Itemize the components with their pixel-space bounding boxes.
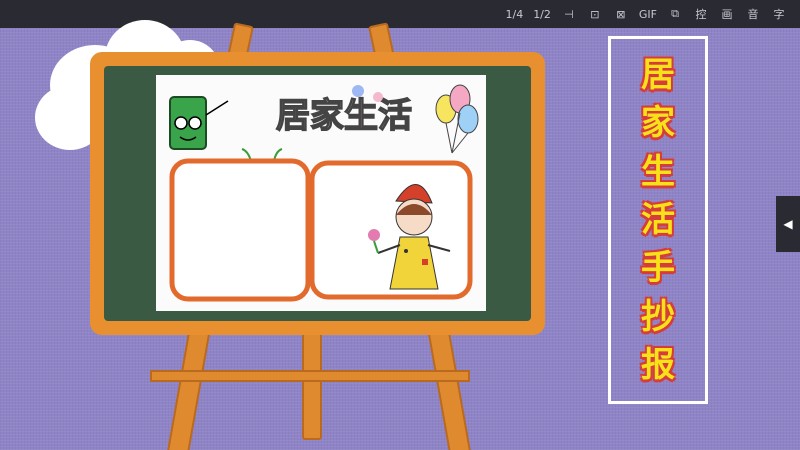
control-button[interactable]: 控 bbox=[690, 3, 712, 25]
easel-crossbar bbox=[150, 370, 470, 382]
book-character-icon bbox=[169, 96, 229, 150]
easel-leg-right bbox=[426, 319, 472, 450]
audio-button[interactable]: 音 bbox=[742, 3, 764, 25]
title-char: 生 bbox=[641, 151, 675, 192]
title-char: 手 bbox=[641, 248, 675, 289]
balloons-icon bbox=[435, 84, 479, 154]
copy-button[interactable]: ⧉ bbox=[664, 3, 686, 25]
title-char: 居 bbox=[641, 55, 675, 96]
page-half-button[interactable]: 1/2 bbox=[530, 3, 554, 25]
fit-width-button[interactable]: ⊣ bbox=[558, 3, 580, 25]
handmade-poster-image: 居家生活 bbox=[156, 75, 486, 311]
page-quarter-button[interactable]: 1/4 bbox=[502, 3, 526, 25]
title-char: 活 bbox=[641, 199, 675, 240]
chalkboard: 居家生活 bbox=[104, 66, 531, 321]
gif-button[interactable]: GIF bbox=[636, 3, 660, 25]
fit-page-button[interactable]: ⊡ bbox=[584, 3, 606, 25]
poster-artwork: 居家生活 bbox=[169, 84, 479, 302]
easel-leg-left bbox=[166, 319, 212, 450]
title-char: 抄 bbox=[641, 296, 675, 337]
caption-button[interactable]: 字 bbox=[768, 3, 790, 25]
title-char: 报 bbox=[641, 344, 675, 385]
draw-button[interactable]: 画 bbox=[716, 3, 738, 25]
side-panel-toggle[interactable]: ◀ bbox=[776, 196, 800, 252]
title-char: 家 bbox=[641, 103, 675, 144]
poster-heading: 居家生活 bbox=[276, 96, 412, 136]
chevron-left-icon: ◀ bbox=[783, 217, 793, 231]
vertical-title-box: 居 家 生 活 手 抄 报 bbox=[608, 36, 708, 404]
easel-board: 居家生活 bbox=[90, 52, 545, 335]
crop-button[interactable]: ⊠ bbox=[610, 3, 632, 25]
